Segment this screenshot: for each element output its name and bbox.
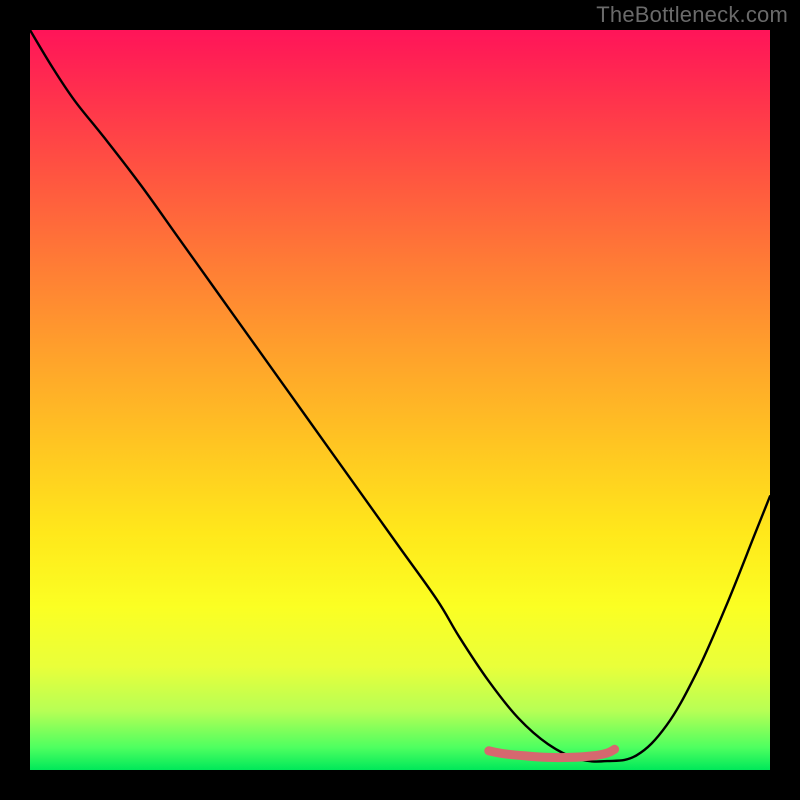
optimal-range-marker-path — [489, 749, 615, 757]
watermark-text: TheBottleneck.com — [596, 2, 788, 28]
plot-area — [30, 30, 770, 770]
bottleneck-curve-path — [30, 30, 770, 762]
chart-container: TheBottleneck.com — [0, 0, 800, 800]
curve-svg — [30, 30, 770, 770]
